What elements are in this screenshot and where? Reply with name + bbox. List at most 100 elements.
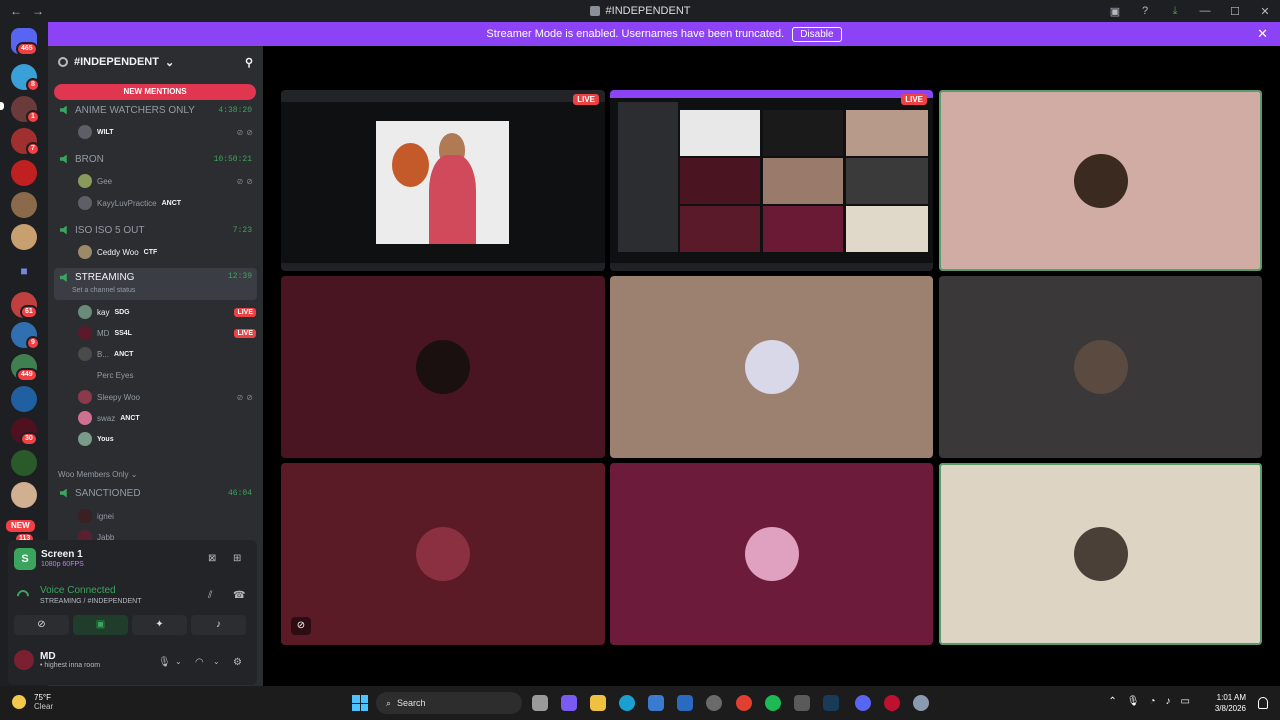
voice-connected-label[interactable]: Voice Connected: [40, 585, 116, 596]
close-button[interactable]: ✕: [1250, 5, 1280, 18]
battery-icon[interactable]: ▭: [1181, 696, 1190, 707]
voice-member[interactable]: MD SS4L LIVE: [78, 324, 256, 342]
connection-icon[interactable]: [14, 587, 32, 605]
stream-banner: [610, 90, 933, 98]
microphone-icon[interactable]: 🎙︎: [158, 657, 171, 668]
new-mentions-bar[interactable]: NEW MENTIONS: [54, 84, 256, 100]
voice-channel[interactable]: SANCTIONED 46:04: [54, 483, 257, 503]
participant-tile[interactable]: [939, 276, 1262, 458]
stream-mini-tile: [763, 206, 843, 252]
server-icon[interactable]: [11, 224, 37, 250]
voice-channel[interactable]: ISO ISO 5 OUT 7:23: [54, 220, 257, 240]
chevron-down-icon[interactable]: ⌄: [175, 657, 182, 666]
category-header[interactable]: Woo Members Only ⌄: [58, 470, 137, 479]
wifi-icon[interactable]: ◔: [1150, 696, 1156, 707]
voice-channel-active[interactable]: STREAMING 12:39 Set a channel status: [54, 268, 257, 300]
folder-icon[interactable]: ■: [11, 258, 37, 284]
clock[interactable]: 1:01 AM 3/8/2026: [1215, 692, 1246, 714]
gear-icon[interactable]: ⚙: [233, 657, 242, 668]
participant-tile[interactable]: [281, 276, 605, 458]
server-icon[interactable]: [11, 386, 37, 412]
start-button[interactable]: [352, 695, 368, 711]
speaker-icon: [60, 105, 67, 115]
mail-icon[interactable]: [677, 695, 693, 711]
voice-member[interactable]: KayyLuvPractice ANCT: [78, 194, 256, 212]
file-explorer-icon[interactable]: [590, 695, 606, 711]
task-view-icon[interactable]: [532, 695, 548, 711]
settings-icon[interactable]: [913, 695, 929, 711]
stream-settings-icon[interactable]: ⊞: [233, 553, 241, 564]
chevron-up-icon[interactable]: ⌃: [1108, 696, 1116, 707]
voice-member[interactable]: WILT ⊘⊘: [78, 123, 256, 141]
edge-icon[interactable]: [619, 695, 635, 711]
server-icon: [589, 6, 600, 16]
server-icon[interactable]: [11, 482, 37, 508]
store-icon[interactable]: [648, 695, 664, 711]
discord-icon[interactable]: [855, 695, 871, 711]
spotify-icon[interactable]: [765, 695, 781, 711]
avatar: [1073, 340, 1128, 394]
disconnect-icon[interactable]: ☎: [233, 590, 245, 601]
steam-icon[interactable]: [823, 695, 839, 711]
headphones-icon[interactable]: ◠: [195, 657, 204, 668]
activities-button[interactable]: ✦: [132, 615, 187, 635]
voice-member[interactable]: swaz ANCT: [78, 409, 256, 427]
voice-member[interactable]: Sleepy Woo ⊘⊘: [78, 388, 256, 406]
voice-member[interactable]: ignei: [78, 507, 256, 525]
weather-condition: Clear: [34, 702, 54, 711]
microphone-icon[interactable]: 🎙︎: [1127, 696, 1140, 707]
participant-tile[interactable]: [610, 276, 933, 458]
download-icon[interactable]: ⤓: [1160, 5, 1190, 18]
banner-close-icon[interactable]: ✕: [1257, 26, 1268, 42]
badge: 1: [26, 110, 40, 124]
search-box[interactable]: ⌕ Search: [376, 692, 522, 714]
server-header[interactable]: #INDEPENDENT ⌄ ⚲: [48, 46, 263, 78]
screen-icon[interactable]: ▣: [1100, 5, 1130, 18]
server-icon[interactable]: [11, 192, 37, 218]
noise-suppression-icon[interactable]: ⫽: [208, 590, 212, 601]
weather-widget[interactable]: 75°F Clear: [12, 693, 53, 711]
participant-tile[interactable]: [939, 90, 1262, 271]
soundboard-button[interactable]: ♪: [191, 615, 246, 635]
ea-server-icon[interactable]: [11, 450, 37, 476]
voice-member[interactable]: Gee ⊘⊘: [78, 172, 256, 190]
stream-mini-tile: [763, 158, 843, 204]
maximize-button[interactable]: ☐: [1220, 5, 1250, 18]
avatar: [744, 527, 799, 581]
stream-tile[interactable]: LIVE: [610, 90, 933, 271]
camera-off-icon[interactable]: ⊘: [291, 617, 311, 635]
voice-member[interactable]: B... ANCT: [78, 345, 256, 363]
screen-share-button[interactable]: ▣: [73, 615, 128, 635]
voice-member[interactable]: Ceddy Woo CTF: [78, 243, 256, 261]
xbox-icon[interactable]: [794, 695, 810, 711]
voice-member[interactable]: Perc Eyes: [78, 366, 256, 384]
voice-member[interactable]: Yous: [78, 430, 256, 448]
live-badge: LIVE: [901, 94, 927, 105]
stream-mini-tile: [846, 206, 928, 252]
opera-icon[interactable]: [884, 695, 900, 711]
user-area[interactable]: MD • highest inna room: [14, 650, 100, 670]
help-icon[interactable]: ?: [1130, 5, 1160, 17]
participant-tile[interactable]: [610, 463, 933, 645]
voice-channel-path[interactable]: STREAMING / #INDEPENDENT: [40, 598, 142, 605]
camera-off-button[interactable]: ⊘: [14, 615, 69, 635]
voice-channel[interactable]: BRON 10:50:21: [54, 149, 257, 169]
channel-status[interactable]: Set a channel status: [72, 287, 135, 294]
add-user-icon[interactable]: ⚲: [245, 56, 253, 69]
app-icon[interactable]: [706, 695, 722, 711]
voice-member[interactable]: kay SDG LIVE: [78, 303, 256, 321]
participant-tile[interactable]: [281, 463, 605, 645]
disable-button[interactable]: Disable: [792, 26, 842, 42]
copilot-icon[interactable]: [561, 695, 577, 711]
chevron-down-icon[interactable]: ⌄: [213, 657, 220, 666]
volume-icon[interactable]: ♪: [1166, 696, 1171, 707]
stream-tile[interactable]: LIVE: [281, 90, 605, 271]
avatar: [78, 509, 92, 523]
minimize-button[interactable]: —: [1190, 5, 1220, 17]
stop-stream-icon[interactable]: ⊠: [208, 553, 216, 564]
notifications-icon[interactable]: [1258, 697, 1268, 709]
participant-tile[interactable]: [939, 463, 1262, 645]
chrome-icon[interactable]: [736, 695, 752, 711]
server-icon[interactable]: [11, 160, 37, 186]
voice-channel[interactable]: ANIME WATCHERS ONLY 4:38:20: [54, 100, 257, 120]
